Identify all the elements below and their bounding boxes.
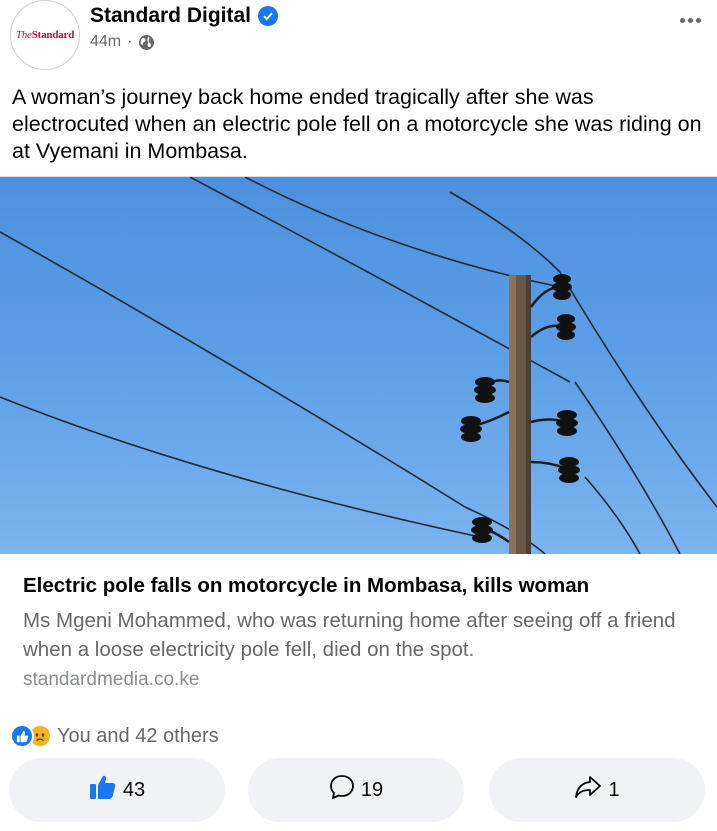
reaction-count-text[interactable]: You and 42 others bbox=[57, 725, 219, 748]
post-text: A woman’s journey back home ended tragic… bbox=[12, 85, 702, 163]
page-name-row: Standard Digital bbox=[90, 4, 279, 28]
avatar-logo: TheStandard bbox=[15, 29, 75, 41]
comment-count: 19 bbox=[360, 778, 384, 801]
meta-separator: · bbox=[127, 33, 133, 50]
share-button[interactable]: 1 bbox=[489, 758, 705, 822]
more-options-button[interactable] bbox=[673, 8, 707, 32]
share-count: 1 bbox=[608, 778, 620, 801]
thumbs-up-icon bbox=[89, 774, 117, 806]
link-preview-info[interactable]: Electric pole falls on motorcycle in Mom… bbox=[0, 554, 717, 717]
post-time[interactable]: 44m bbox=[90, 33, 121, 51]
link-description: Ms Mgeni Mohammed, who was returning hom… bbox=[23, 609, 676, 661]
page-avatar[interactable]: TheStandard bbox=[10, 0, 80, 70]
like-button[interactable]: 43 bbox=[9, 758, 225, 822]
comment-icon bbox=[329, 774, 355, 806]
post-header: TheStandard Standard Digital 44m · bbox=[0, 0, 717, 80]
like-icon bbox=[10, 724, 34, 748]
globe-icon bbox=[138, 34, 155, 51]
reaction-summary[interactable]: You and 42 others bbox=[10, 721, 219, 751]
verified-icon bbox=[258, 6, 279, 26]
share-icon bbox=[574, 774, 602, 806]
link-domain: standardmedia.co.ke bbox=[23, 669, 200, 690]
link-preview-card[interactable]: Electric pole falls on motorcycle in Mom… bbox=[0, 176, 717, 717]
more-dot-icon bbox=[695, 17, 701, 23]
like-count: 43 bbox=[122, 778, 146, 801]
link-title[interactable]: Electric pole falls on motorcycle in Mom… bbox=[23, 574, 589, 598]
link-preview-image[interactable] bbox=[0, 177, 717, 554]
more-dot-icon bbox=[687, 17, 693, 23]
power-line-photo bbox=[0, 177, 717, 554]
post-meta: 44m · bbox=[90, 33, 155, 51]
post-actions: 43 19 1 bbox=[0, 758, 717, 822]
page-name[interactable]: Standard Digital bbox=[90, 4, 251, 28]
more-dot-icon bbox=[679, 17, 685, 23]
comment-button[interactable]: 19 bbox=[248, 758, 464, 822]
